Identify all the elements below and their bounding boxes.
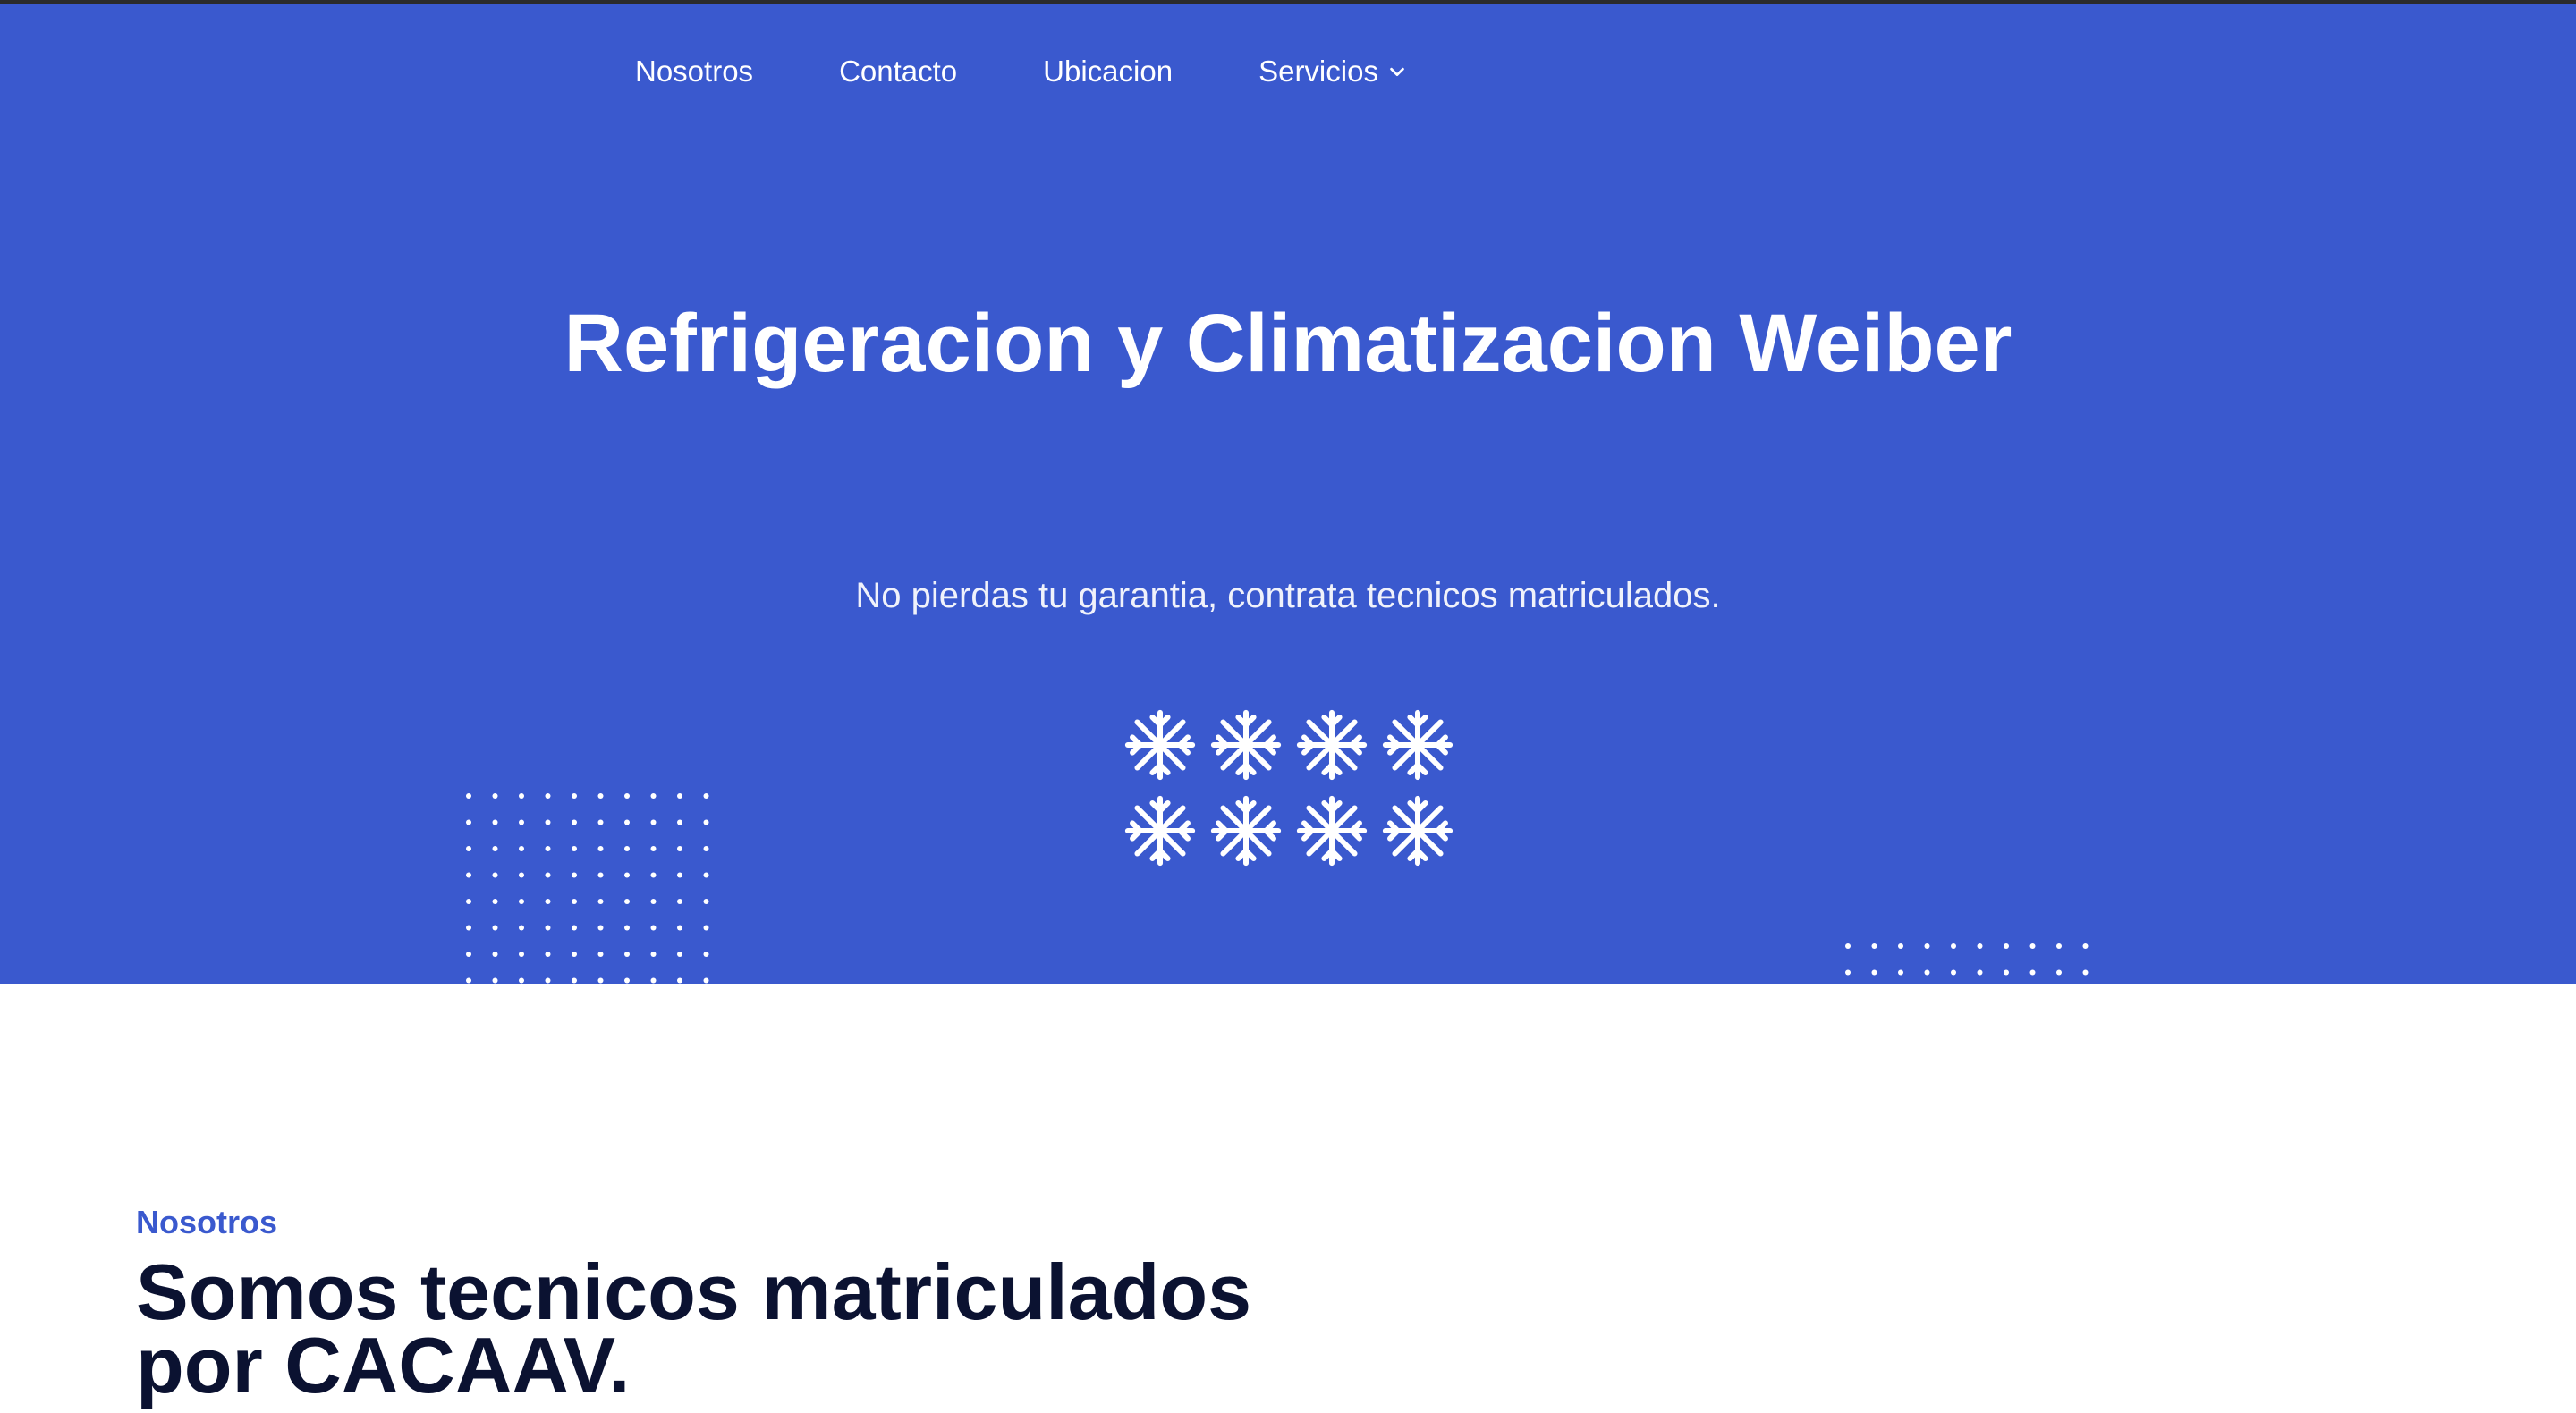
hero-section: Nosotros Contacto Ubicacion Servicios Re… <box>0 4 2576 984</box>
main-navigation: Nosotros Contacto Ubicacion Servicios <box>635 47 1493 97</box>
nav-link-label: Contacto <box>839 55 958 88</box>
snowflake-icon <box>1210 795 1282 867</box>
snowflake-icon <box>1210 709 1282 781</box>
nav-link-nosotros[interactable]: Nosotros <box>635 55 753 89</box>
section-title: Somos tecnicos matriculados por CACAAV. <box>136 1248 1252 1409</box>
nav-link-contacto[interactable]: Contacto <box>839 55 957 89</box>
snowflake-icon-group <box>1122 706 1454 878</box>
snowflake-icon <box>1382 709 1453 781</box>
section-eyebrow: Nosotros <box>136 1204 278 1240</box>
chevron-down-icon <box>1390 67 1404 77</box>
snowflake-icon <box>1296 795 1368 867</box>
nav-link-label: Ubicacion <box>1043 55 1174 88</box>
nav-link-ubicacion[interactable]: Ubicacion <box>1043 55 1173 89</box>
nav-dropdown-servicios[interactable]: Servicios <box>1258 55 1407 89</box>
snowflake-icon <box>1124 709 1196 781</box>
snowflake-icon <box>1124 795 1196 867</box>
dot-pattern-decoration <box>466 793 709 984</box>
snowflake-icon <box>1382 795 1453 867</box>
nav-link-label: Nosotros <box>635 55 754 88</box>
nav-link-label: Servicios <box>1258 55 1378 88</box>
hero-subtitle: No pierdas tu garantia, contrata tecnico… <box>855 576 1721 615</box>
dot-pattern-decoration <box>1845 943 2089 976</box>
snowflake-icon <box>1296 709 1368 781</box>
hero-title: Refrigeracion y Climatizacion Weiber <box>564 298 2012 389</box>
